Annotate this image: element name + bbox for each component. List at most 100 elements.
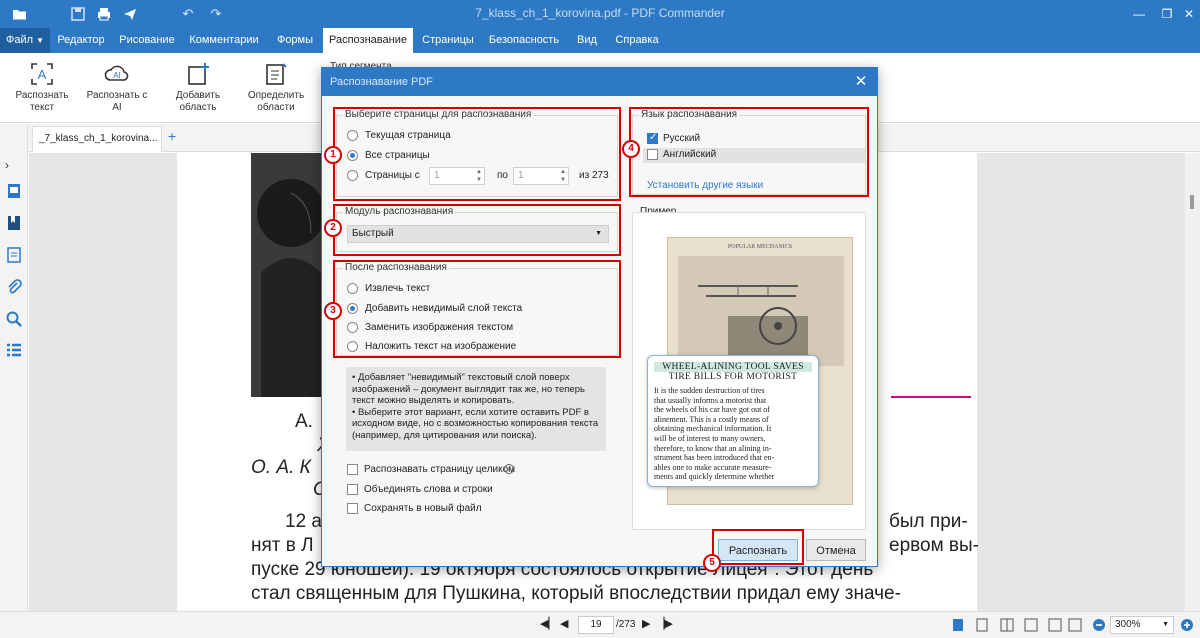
maximize-icon[interactable]: ❐ [1158, 5, 1176, 23]
highlight-box-pages [333, 107, 621, 201]
add-area-label: Добавить область [175, 90, 221, 113]
checkbox-merge-words-label: Объединять слова и строки [364, 484, 493, 495]
window-title: 7_klass_ch_1_korovina.pdf - PDF Commande… [475, 6, 725, 20]
scroll-thumb[interactable] [1190, 195, 1194, 209]
doc-line: О. А. К [251, 457, 311, 478]
minimize-icon[interactable]: — [1130, 5, 1148, 23]
add-area-button[interactable]: Добавить область [168, 61, 228, 114]
left-sidebar: › [0, 124, 28, 611]
zoom-in-icon[interactable] [1180, 618, 1194, 632]
cloud-ai-icon: AI [104, 65, 129, 81]
example-preview: POPULAR MECHANICS WHEEL-ALINING TOOL SAV… [632, 212, 866, 530]
highlight-box-after [333, 260, 621, 358]
tab-recognition[interactable]: Распознавание [323, 28, 413, 53]
info-text: Выберите этот вариант, если хотите остав… [352, 406, 599, 441]
file-menu-label: Файл [6, 34, 34, 46]
two-page-continuous-icon[interactable] [1024, 618, 1038, 632]
chevron-down-icon: ▼ [1162, 621, 1169, 628]
checkbox-whole-page[interactable] [347, 464, 358, 475]
prev-page-icon[interactable]: ◀ [560, 617, 568, 630]
doc-line: стал священным для Пушкина, который впос… [251, 583, 901, 604]
checkbox-save-new-file[interactable] [347, 503, 358, 514]
ocr-body-line: It is the sudden destruction of tires [654, 386, 765, 395]
tab-comments[interactable]: Комментарии [186, 28, 262, 53]
info-icon[interactable]: i [504, 464, 514, 474]
redo-icon[interactable]: ↷ [208, 6, 224, 22]
expand-chevron-icon[interactable]: › [5, 158, 23, 176]
last-page-icon[interactable]: ▕▶ [656, 617, 673, 630]
ocr-body-line: ments and quickly determine whether [654, 472, 775, 482]
add-tab-button[interactable]: + [168, 128, 176, 144]
zoom-value: 300% [1115, 619, 1141, 630]
ocr-body-line: that usually informs a motorist that [654, 395, 767, 405]
next-page-icon[interactable]: ▶ [642, 617, 650, 630]
doc-line: А. [295, 411, 313, 432]
folder-open-icon[interactable] [12, 6, 28, 22]
send-icon[interactable] [122, 6, 138, 22]
info-text: Добавляет "невидимый" текстовый слой пов… [352, 372, 585, 406]
highlight-box-module [333, 204, 621, 256]
search-icon[interactable] [5, 310, 23, 328]
marker-1: 1 [324, 146, 342, 164]
recognize-text-button[interactable]: A Распознать текст [10, 61, 74, 114]
document-tab-label: _7_klass_ch_1_korovina... [39, 133, 158, 144]
checkbox-save-new-file-label: Сохранять в новый файл [364, 503, 482, 514]
tab-editor[interactable]: Редактор [52, 28, 110, 53]
zoom-out-icon[interactable] [1092, 618, 1106, 632]
magenta-rule [891, 396, 971, 398]
zoom-select[interactable]: 300% ▼ [1110, 616, 1174, 634]
tab-view[interactable]: Вид [570, 28, 604, 53]
layers-list-icon[interactable] [5, 342, 23, 360]
document-tab[interactable]: _7_klass_ch_1_korovina... [32, 126, 162, 152]
bookmarks-icon[interactable] [5, 214, 23, 232]
doc-line: нят в Л [251, 535, 314, 556]
title-bar: ↶ ↷ 7_klass_ch_1_korovina.pdf - PDF Comm… [0, 0, 1200, 28]
ocr-body-line: will be of interest to many owners, [654, 433, 766, 443]
page-number-input[interactable]: 19 [578, 616, 614, 634]
marker-5: 5 [703, 554, 721, 572]
checkbox-merge-words[interactable] [347, 484, 358, 495]
recognize-text-label: Распознать текст [15, 90, 69, 113]
close-icon[interactable]: ✕ [851, 72, 871, 92]
info-bullet: • Выберите этот вариант, если хотите ост… [352, 406, 599, 441]
ocr-zoom-popup: WHEEL-ALINING TOOL SAVES TIRE BILLS FOR … [647, 355, 819, 487]
doc-line-right: ервом вы- [889, 535, 979, 556]
ocr-body: It is the sudden destruction of tires th… [654, 386, 812, 482]
tab-forms[interactable]: Формы [270, 28, 320, 53]
thumbnails-icon[interactable] [5, 182, 23, 200]
svg-text:A: A [38, 67, 47, 82]
close-window-icon[interactable]: ✕ [1180, 5, 1198, 23]
continuous-view-icon[interactable] [976, 618, 988, 632]
highlight-box-language [629, 107, 869, 197]
tab-help[interactable]: Справка [610, 28, 664, 53]
fit-page-icon[interactable] [1068, 618, 1082, 632]
marker-4: 4 [622, 140, 640, 158]
highlight-box-recognize [712, 529, 804, 565]
tab-drawing[interactable]: Рисование [115, 28, 179, 53]
detect-areas-label: Определить области [247, 90, 305, 113]
detect-areas-button[interactable]: Определить области [244, 61, 308, 114]
vertical-scrollbar[interactable] [1185, 153, 1200, 611]
dialog-title: Распознавание PDF [330, 76, 434, 88]
ocr-body-line: strument has been introduced that en- [654, 453, 775, 463]
single-page-view-icon[interactable] [952, 618, 964, 632]
tab-security[interactable]: Безопасность [486, 28, 562, 53]
annotations-icon[interactable] [5, 246, 23, 264]
save-icon[interactable] [70, 6, 86, 22]
recognize-ai-button[interactable]: AI Распознать с AI [84, 61, 150, 114]
cancel-button[interactable]: Отмена [806, 539, 866, 561]
file-menu-button[interactable]: Файл ▼ [0, 28, 50, 53]
fit-width-icon[interactable] [1048, 618, 1062, 632]
dialog-title-bar: Распознавание PDF [322, 68, 877, 96]
attachment-icon[interactable] [5, 278, 23, 296]
chevron-down-icon: ▼ [36, 36, 45, 45]
first-page-icon[interactable]: ◀▏ [540, 617, 557, 630]
two-page-view-icon[interactable] [1000, 618, 1014, 632]
doc-line: 12 а [285, 511, 322, 532]
undo-icon[interactable]: ↶ [180, 6, 196, 22]
tab-pages[interactable]: Страницы [418, 28, 478, 53]
ocr-headline-2: TIRE BILLS FOR MOTORIST [668, 372, 798, 382]
print-icon[interactable] [96, 6, 112, 22]
recognize-ai-label: Распознать с AI [86, 90, 148, 113]
airplane-photo [678, 256, 844, 366]
